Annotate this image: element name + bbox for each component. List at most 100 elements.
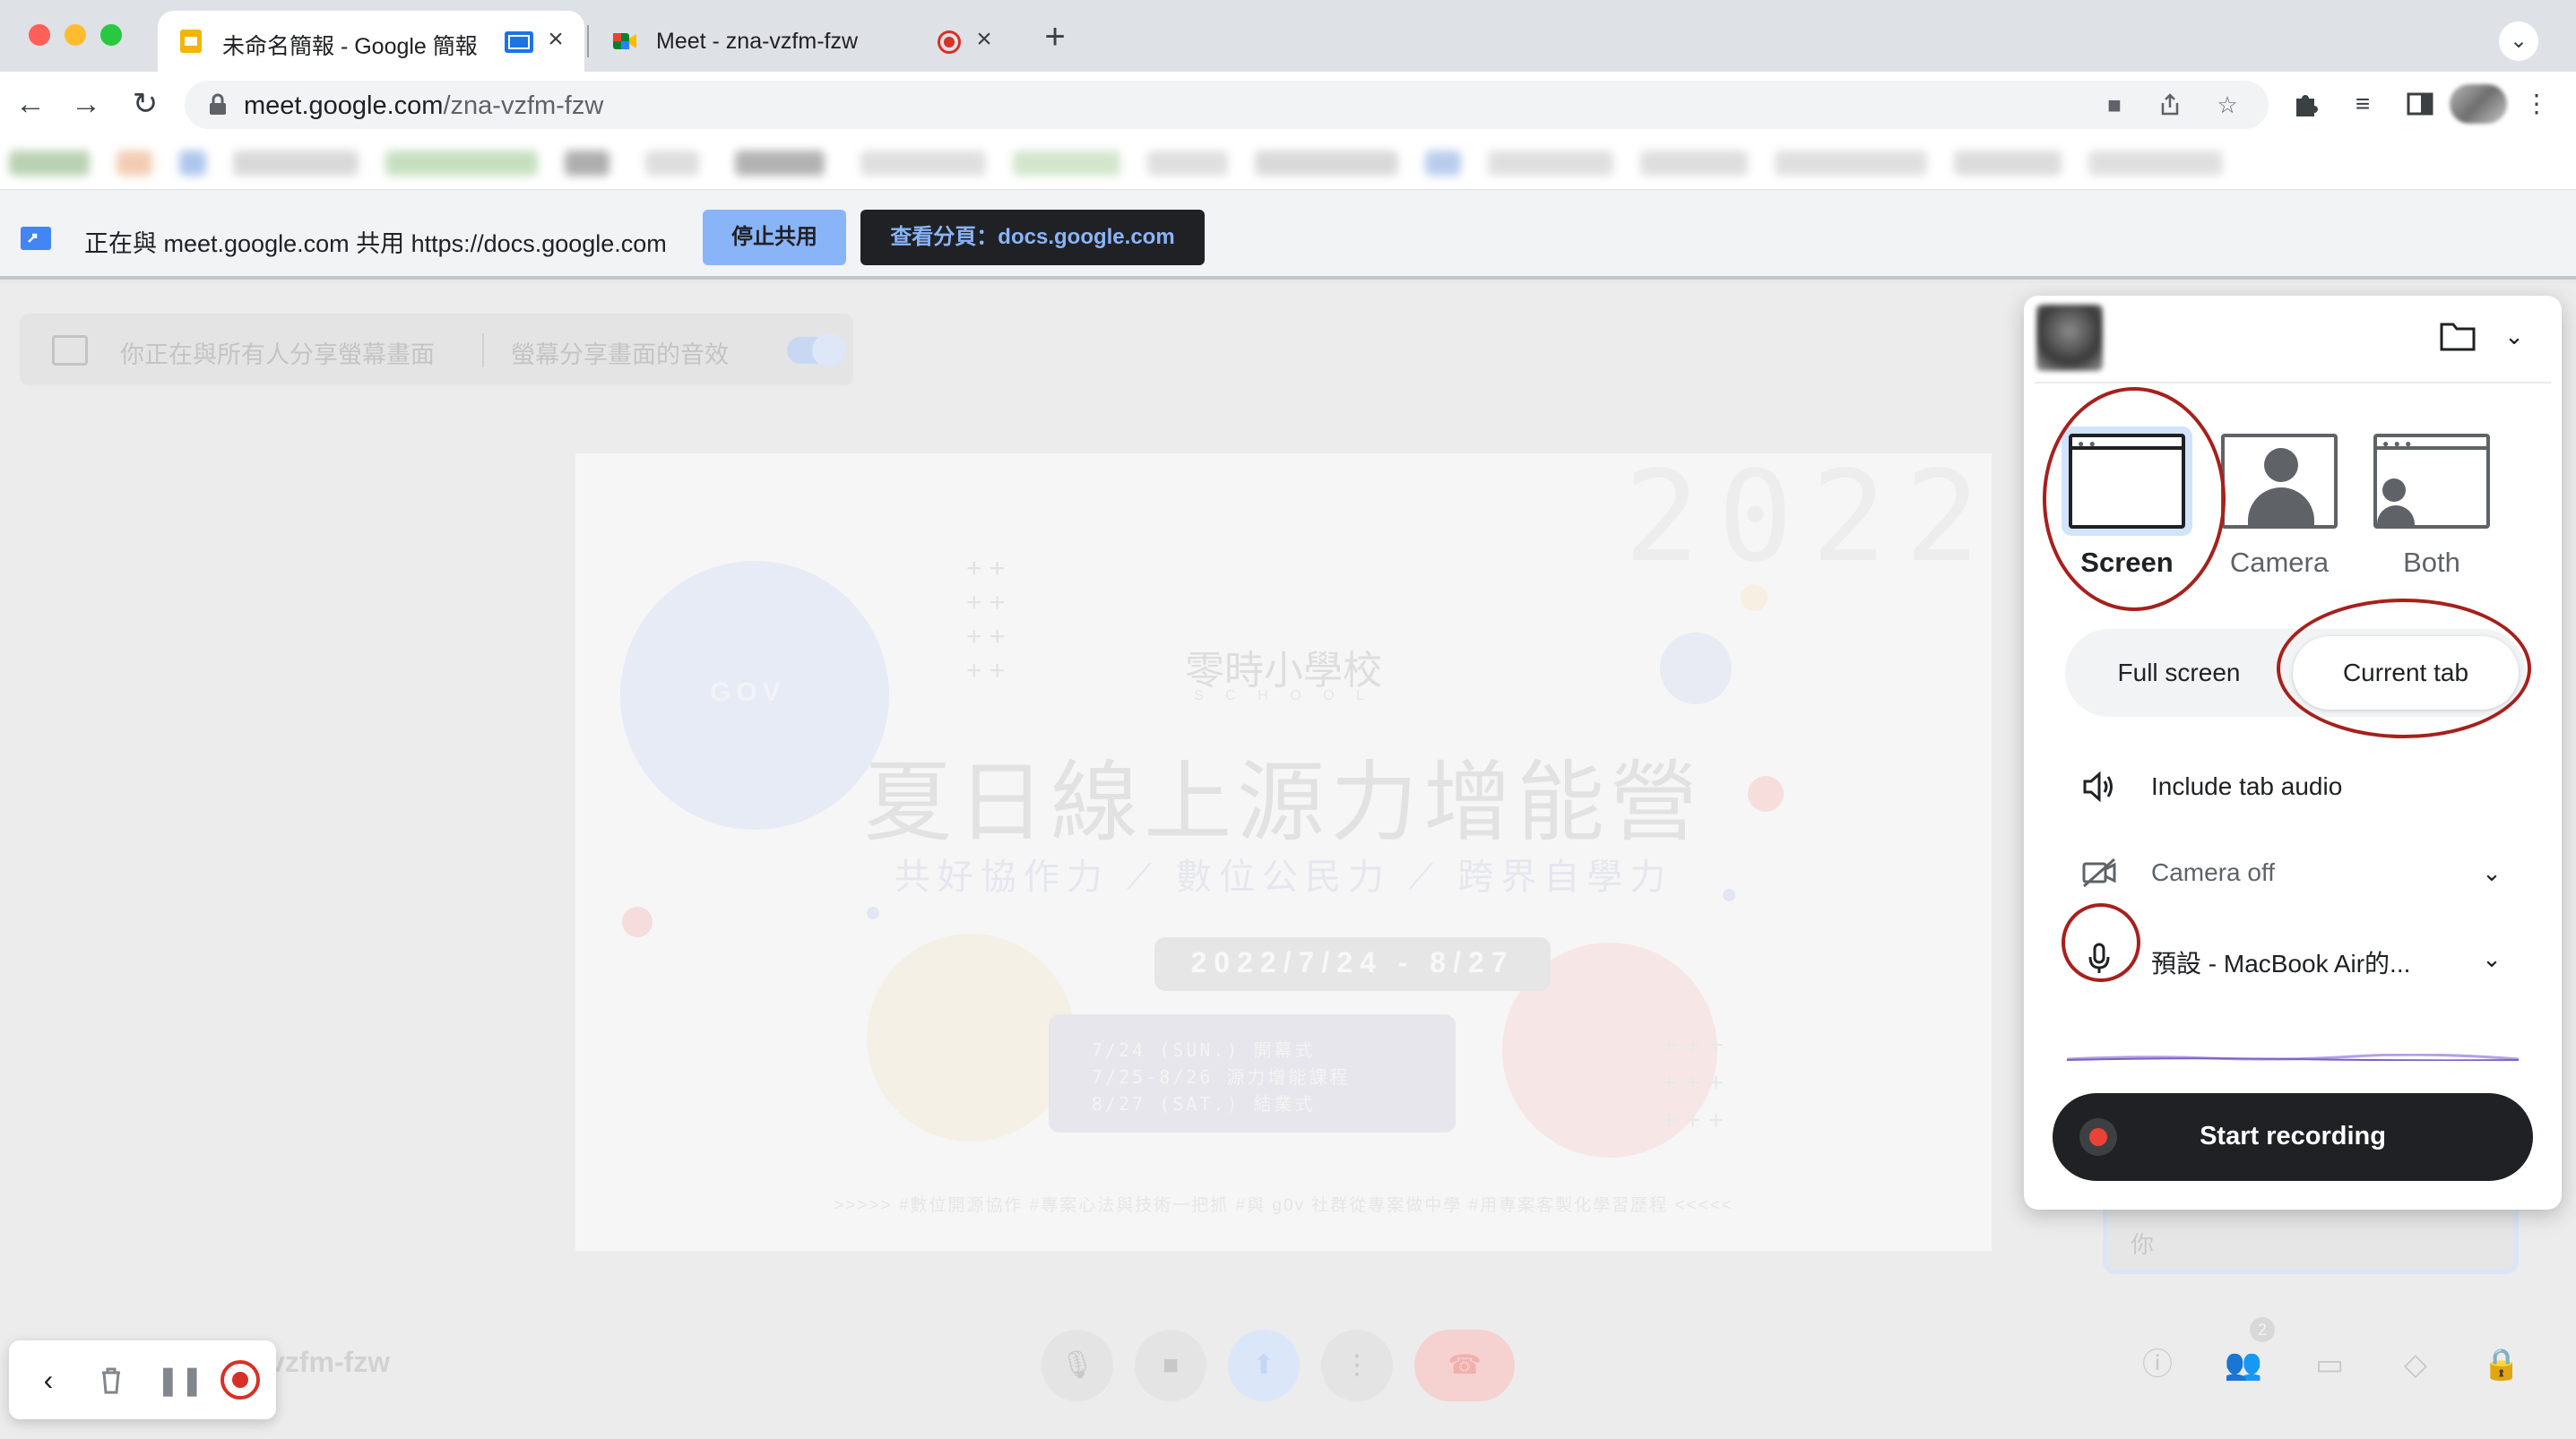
bookmark-item[interactable] [9, 151, 90, 176]
chevron-down-icon[interactable]: ⌄ [2476, 943, 2508, 975]
self-tile-label: 你 [2131, 1231, 2155, 1258]
bookmark-item[interactable] [1954, 151, 2062, 176]
address-bar[interactable]: meet.google.com/zna-vzfm-fzw ■ ☆ [185, 81, 2269, 129]
tab-google-slides[interactable]: 未命名簡報 - Google 簡報 × [158, 11, 584, 72]
slide-schedule-line: 7/25-8/26 源力增能課程 [1092, 1066, 1351, 1088]
camera-in-use-icon[interactable]: ■ [2101, 91, 2128, 118]
bookmark-item[interactable] [860, 151, 986, 176]
bookmark-item[interactable] [2088, 151, 2223, 176]
more-menu-icon[interactable]: ⋮ [2520, 88, 2553, 120]
start-recording-button[interactable]: Start recording [2053, 1093, 2533, 1181]
slide-dates: 2022/7/24 - 8/27 [1190, 946, 1515, 978]
bookmark-item[interactable] [1425, 151, 1461, 176]
close-tab-icon[interactable]: × [540, 23, 572, 56]
bookmark-item[interactable] [565, 151, 609, 176]
bookmark-star-icon[interactable]: ☆ [2214, 91, 2241, 118]
tab-title: 未命名簡報 - Google 簡報 [222, 34, 478, 59]
folder-icon[interactable] [2440, 321, 2476, 351]
google-meet-icon [613, 33, 636, 49]
mode-both-button[interactable]: ● ● ● Both [2373, 434, 2490, 579]
new-tab-button[interactable]: + [1037, 19, 1073, 56]
screen-share-icon [21, 227, 51, 250]
slide-date-pill: 2022/7/24 - 8/27 [1154, 937, 1551, 991]
window-minimize-button[interactable] [65, 24, 86, 46]
window-close-button[interactable] [29, 24, 50, 46]
slide-schedule-line: 8/27 (SAT.) 結業式 [1092, 1093, 1316, 1115]
chat-icon[interactable]: ▭ [2307, 1342, 2352, 1387]
lock-icon [210, 93, 226, 115]
participants-badge: 2 [2250, 1317, 2275, 1342]
tab-google-meet[interactable]: Meet - zna-vzfm-fzw × [592, 11, 1013, 72]
view-tab-button[interactable]: 查看分頁：docs.google.com [860, 210, 1205, 265]
media-control-icon[interactable]: ≡ [2347, 88, 2379, 120]
collapse-chevron-icon[interactable]: ‹ [29, 1360, 68, 1400]
chevron-down-icon[interactable]: ⌄ [2476, 857, 2508, 889]
slide-year: 2022 [1624, 453, 1992, 590]
present-now-icon[interactable]: ⬆ [1228, 1330, 1300, 1401]
more-options-icon[interactable]: ⋮ [1321, 1330, 1393, 1401]
audio-level-wave [2067, 1054, 2519, 1061]
side-panel-icon[interactable] [2404, 88, 2436, 120]
share-audio-toggle[interactable] [787, 333, 846, 367]
full-screen-option[interactable]: Full screen [2065, 629, 2293, 717]
camera-off-icon [2082, 857, 2116, 888]
browser-tab-strip: 未命名簡報 - Google 簡報 × Meet - zna-vzfm-fzw … [0, 0, 2576, 72]
camera-toggle-icon[interactable]: ■ [1135, 1330, 1206, 1401]
forward-arrow-icon[interactable]: → [66, 84, 106, 124]
profile-avatar[interactable] [2450, 84, 2507, 124]
decor-circle [622, 907, 653, 937]
pause-icon[interactable]: ❚❚ [156, 1360, 204, 1400]
window-zoom-button[interactable] [100, 24, 122, 46]
microphone-icon[interactable]: 🎙 [1042, 1330, 1113, 1401]
back-arrow-icon[interactable]: ← [11, 84, 50, 124]
camera-person-icon [2221, 434, 2338, 529]
current-tab-option[interactable]: Current tab [2293, 636, 2519, 710]
bookmark-item[interactable] [385, 151, 538, 176]
bookmark-item[interactable] [1013, 151, 1120, 176]
slide-schedule-line: 7/24 (SUN.) 開幕式 [1092, 1039, 1316, 1061]
user-avatar [2036, 305, 2103, 371]
trash-icon[interactable] [91, 1360, 131, 1400]
slide-schedule-box: 7/24 (SUN.) 開幕式 7/25-8/26 源力增能課程 8/27 (S… [1049, 1014, 1456, 1133]
bookmark-item[interactable] [645, 151, 699, 176]
share-icon[interactable] [2157, 91, 2183, 118]
bookmark-item[interactable] [1255, 151, 1398, 176]
bookmark-item[interactable] [1147, 151, 1228, 176]
tab-audio-option[interactable]: Include tab audio [2024, 760, 2562, 814]
slide-footer: >>>>> #數位開源協作 #專案心法與技術一把抓 #與 g0v 社群從專案做中… [834, 1196, 1733, 1215]
reload-icon[interactable]: ↻ [125, 84, 165, 124]
mode-screen-button[interactable]: ● ● Screen [2069, 434, 2185, 579]
close-tab-icon[interactable]: × [968, 23, 1000, 56]
tab-recording-icon [938, 30, 961, 54]
camera-select[interactable]: Camera off ⌄ [2024, 846, 2562, 900]
chevron-down-icon[interactable]: ⌄ [2499, 321, 2529, 351]
bookmark-item[interactable] [735, 151, 825, 176]
screen-share-tab-icon [505, 31, 533, 53]
tab-search-chevron-icon[interactable]: ⌄ [2499, 22, 2538, 61]
screen-recorder-popup: ⌄ ● ● Screen Camera ● ● ● Both Full scre… [2024, 296, 2562, 1210]
screen-icon: ● ● [2069, 434, 2185, 529]
stop-recording-icon[interactable] [220, 1360, 260, 1400]
tab-title: Meet - zna-vzfm-fzw [656, 29, 859, 54]
bookmark-item[interactable] [117, 151, 152, 176]
slide-subtitle: 共好協作力 ⟋ 數位公民力 ⟋ 跨界自學力 [894, 857, 1673, 897]
bookmark-item[interactable] [233, 151, 359, 176]
extensions-puzzle-icon[interactable] [2289, 88, 2321, 120]
people-icon[interactable]: 👥 [2221, 1342, 2266, 1387]
bookmark-item[interactable] [179, 151, 206, 176]
bookmark-item[interactable] [1488, 151, 1613, 176]
host-controls-icon[interactable]: 🔒 [2479, 1342, 2524, 1387]
bookmark-item[interactable] [1640, 151, 1748, 176]
stop-sharing-button[interactable]: 停止共用 [703, 210, 846, 265]
leave-call-icon[interactable]: ☎ [1414, 1330, 1515, 1401]
mode-camera-button[interactable]: Camera [2221, 434, 2338, 579]
microphone-select[interactable]: 預設 - MacBook Air的... ⌄ [2024, 932, 2562, 986]
bookmarks-bar [0, 136, 2576, 190]
meeting-info-icon[interactable]: ⓘ [2135, 1342, 2180, 1387]
both-icon: ● ● ● [2373, 434, 2490, 529]
activities-icon[interactable]: ◇ [2393, 1342, 2438, 1387]
decor-circle [867, 934, 1075, 1142]
bookmark-item[interactable] [1775, 151, 1927, 176]
meeting-code: vzfm-fzw [269, 1346, 391, 1378]
google-slides-icon [180, 30, 202, 53]
